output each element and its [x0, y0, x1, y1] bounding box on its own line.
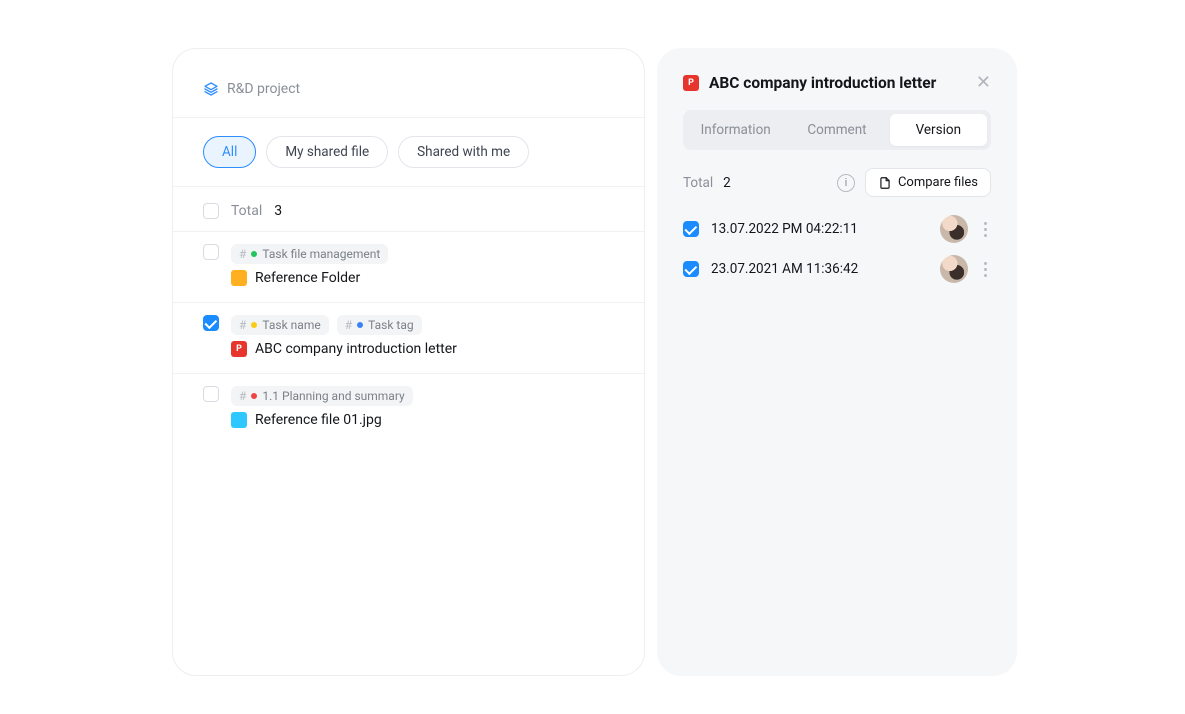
- ppt-icon: P: [231, 341, 247, 357]
- tag-dot: [251, 322, 257, 328]
- file-name: Reference file 01.jpg: [255, 412, 382, 428]
- kebab-icon[interactable]: [980, 218, 991, 241]
- tag: # Task tag: [337, 315, 422, 335]
- tag-label: Task name: [262, 318, 320, 332]
- list-item[interactable]: # Task file management Reference Folder: [173, 231, 644, 302]
- version-row[interactable]: 23.07.2021 AM 11:36:42: [683, 255, 991, 283]
- compare-label: Compare files: [898, 175, 978, 190]
- tab-comment[interactable]: Comment: [788, 114, 885, 146]
- file-list-panel: R&D project All My shared file Shared wi…: [172, 48, 645, 676]
- tag-label: 1.1 Planning and summary: [262, 389, 404, 403]
- version-row[interactable]: 13.07.2022 PM 04:22:11: [683, 215, 991, 243]
- folder-icon: [231, 270, 247, 286]
- file-name: Reference Folder: [255, 270, 360, 286]
- avatar: [940, 215, 968, 243]
- tab-information[interactable]: Information: [687, 114, 784, 146]
- version-checkbox[interactable]: [683, 221, 699, 237]
- tag-dot: [357, 322, 363, 328]
- detail-panel: P ABC company introduction letter ✕ Info…: [657, 48, 1017, 676]
- total-count: 3: [274, 203, 282, 219]
- version-timestamp: 13.07.2022 PM 04:22:11: [711, 221, 928, 237]
- list-total-row: Total 3: [173, 187, 644, 231]
- info-icon[interactable]: i: [837, 174, 855, 192]
- filter-bar: All My shared file Shared with me: [173, 117, 644, 187]
- row-checkbox[interactable]: [203, 244, 219, 260]
- compare-files-button[interactable]: Compare files: [865, 168, 991, 197]
- row-checkbox[interactable]: [203, 315, 219, 331]
- kebab-icon[interactable]: [980, 258, 991, 281]
- list-item[interactable]: # Task name # Task tag P ABC company int…: [173, 302, 644, 373]
- version-summary: Total 2 i Compare files: [683, 168, 991, 197]
- close-icon[interactable]: ✕: [976, 74, 991, 92]
- ppt-icon: P: [683, 75, 699, 91]
- tag: # 1.1 Planning and summary: [231, 386, 413, 406]
- file-name: ABC company introduction letter: [255, 341, 457, 357]
- version-total-label: Total: [683, 175, 713, 191]
- project-header: R&D project: [173, 49, 644, 117]
- tab-version[interactable]: Version: [890, 114, 987, 146]
- hash-icon: #: [239, 318, 246, 332]
- version-total-count: 2: [723, 175, 731, 191]
- avatar: [940, 255, 968, 283]
- filter-my-shared[interactable]: My shared file: [266, 136, 388, 168]
- tag-dot: [251, 251, 257, 257]
- filter-all[interactable]: All: [203, 136, 256, 168]
- file-list: # Task file management Reference Folder: [173, 231, 644, 444]
- stack-icon: [203, 81, 219, 97]
- tag: # Task file management: [231, 244, 388, 264]
- version-checkbox[interactable]: [683, 261, 699, 277]
- tag-dot: [251, 393, 257, 399]
- tag: # Task name: [231, 315, 329, 335]
- hash-icon: #: [239, 389, 246, 403]
- detail-tabs: Information Comment Version: [683, 110, 991, 150]
- list-item[interactable]: # 1.1 Planning and summary Reference fil…: [173, 373, 644, 444]
- project-name: R&D project: [227, 81, 300, 97]
- version-list: 13.07.2022 PM 04:22:11 23.07.2021 AM 11:…: [683, 215, 991, 283]
- row-checkbox[interactable]: [203, 386, 219, 402]
- tag-label: Task file management: [262, 247, 380, 261]
- hash-icon: #: [345, 318, 352, 332]
- hash-icon: #: [239, 247, 246, 261]
- detail-title: ABC company introduction letter: [709, 74, 966, 92]
- tag-label: Task tag: [368, 318, 413, 332]
- select-all-checkbox[interactable]: [203, 203, 219, 219]
- filter-shared-with-me[interactable]: Shared with me: [398, 136, 529, 168]
- doc-icon: [231, 412, 247, 428]
- file-compare-icon: [878, 176, 892, 190]
- detail-header: P ABC company introduction letter ✕: [683, 74, 991, 92]
- total-label: Total: [231, 203, 262, 219]
- version-timestamp: 23.07.2021 AM 11:36:42: [711, 261, 928, 277]
